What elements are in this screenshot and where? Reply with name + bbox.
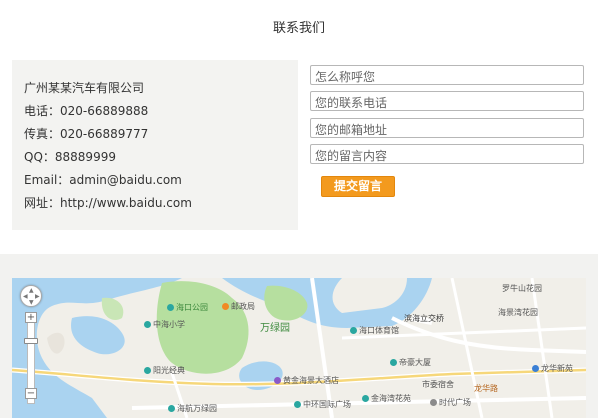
park-area-3 (101, 297, 124, 320)
map-view[interactable]: ▲ ▼ ◀ ▶ + − 海口公园 中海小学 邮政局 万绿园 海口体育馆 滨海立交… (12, 278, 586, 418)
map-label-wanhao: 金海湾花苑 (362, 394, 411, 403)
map-canvas (12, 278, 586, 418)
pan-control[interactable]: ▲ ▼ ◀ ▶ (20, 285, 42, 307)
qq-line: QQ：88889999 (24, 150, 116, 164)
map-label-wanlv-park: 万绿园 (260, 323, 290, 334)
company-name: 广州某某汽车有限公司 (24, 81, 145, 95)
phone-field-wrapper (310, 91, 584, 112)
tower-icon (390, 359, 397, 366)
map-label-hotel: 黄金海景大酒店 (274, 376, 339, 385)
map-label-garden: 海景湾花园 (498, 308, 538, 317)
name-input[interactable] (311, 68, 583, 86)
zoom-slider-thumb[interactable] (24, 338, 38, 344)
residential-icon (362, 395, 369, 402)
building-icon (144, 367, 151, 374)
road-4 (450, 278, 484, 418)
map-label-longhua: 龙华路 (474, 384, 498, 393)
submit-button[interactable]: 提交留言 (321, 176, 395, 197)
contact-card: 广州某某汽车有限公司 电话：020-66889888 传真：020-668897… (12, 60, 298, 230)
map-label-shidai: 时代广场 (430, 398, 471, 407)
phone-line: 电话：020-66889888 (24, 104, 149, 118)
park-icon (167, 304, 174, 311)
map-label-post-office: 邮政局 (222, 302, 255, 311)
plaza-icon (294, 401, 301, 408)
hotel-icon (274, 377, 281, 384)
map-label-haihang: 海航万绿园 (168, 404, 217, 413)
post-office-icon (222, 303, 229, 310)
map-label-shiqu: 市委宿舍 (422, 380, 454, 389)
email-line: Email：admin@baidu.com (24, 173, 182, 187)
school-icon (144, 321, 151, 328)
residential-icon-2 (532, 365, 539, 372)
map-label-plaza: 中环国际广场 (294, 400, 351, 409)
square-icon (430, 399, 437, 406)
zoom-out-button[interactable]: − (25, 388, 37, 399)
map-label-luoniushan: 罗牛山花园 (502, 284, 542, 293)
map-label-binhai-bridge: 滨海立交桥 (404, 314, 444, 323)
phone-input[interactable] (311, 94, 583, 112)
website-line: 网址：http://www.baidu.com (24, 196, 192, 210)
map-label-sunshine: 阳光经典 (144, 366, 185, 375)
map-label-haikou-park: 海口公园 (167, 303, 208, 312)
map-label-dongfeng: 龙华新苑 (532, 364, 573, 373)
email-input[interactable] (311, 121, 583, 139)
page-title: 联系我们 (272, 21, 325, 36)
sports-icon (350, 327, 357, 334)
zoom-in-button[interactable]: + (25, 312, 37, 323)
map-label-dehua: 帝豪大厦 (390, 358, 431, 367)
name-field-wrapper (310, 65, 584, 86)
lake-water (71, 316, 125, 355)
message-input[interactable] (311, 147, 583, 165)
map-label-school: 中海小学 (144, 320, 185, 329)
office-icon (168, 405, 175, 412)
email-field-wrapper (310, 118, 584, 139)
island-land (47, 332, 65, 354)
message-field-wrapper (310, 144, 584, 165)
fax-line: 传真：020-66889777 (24, 127, 149, 141)
map-label-sports-center: 海口体育馆 (350, 326, 399, 335)
